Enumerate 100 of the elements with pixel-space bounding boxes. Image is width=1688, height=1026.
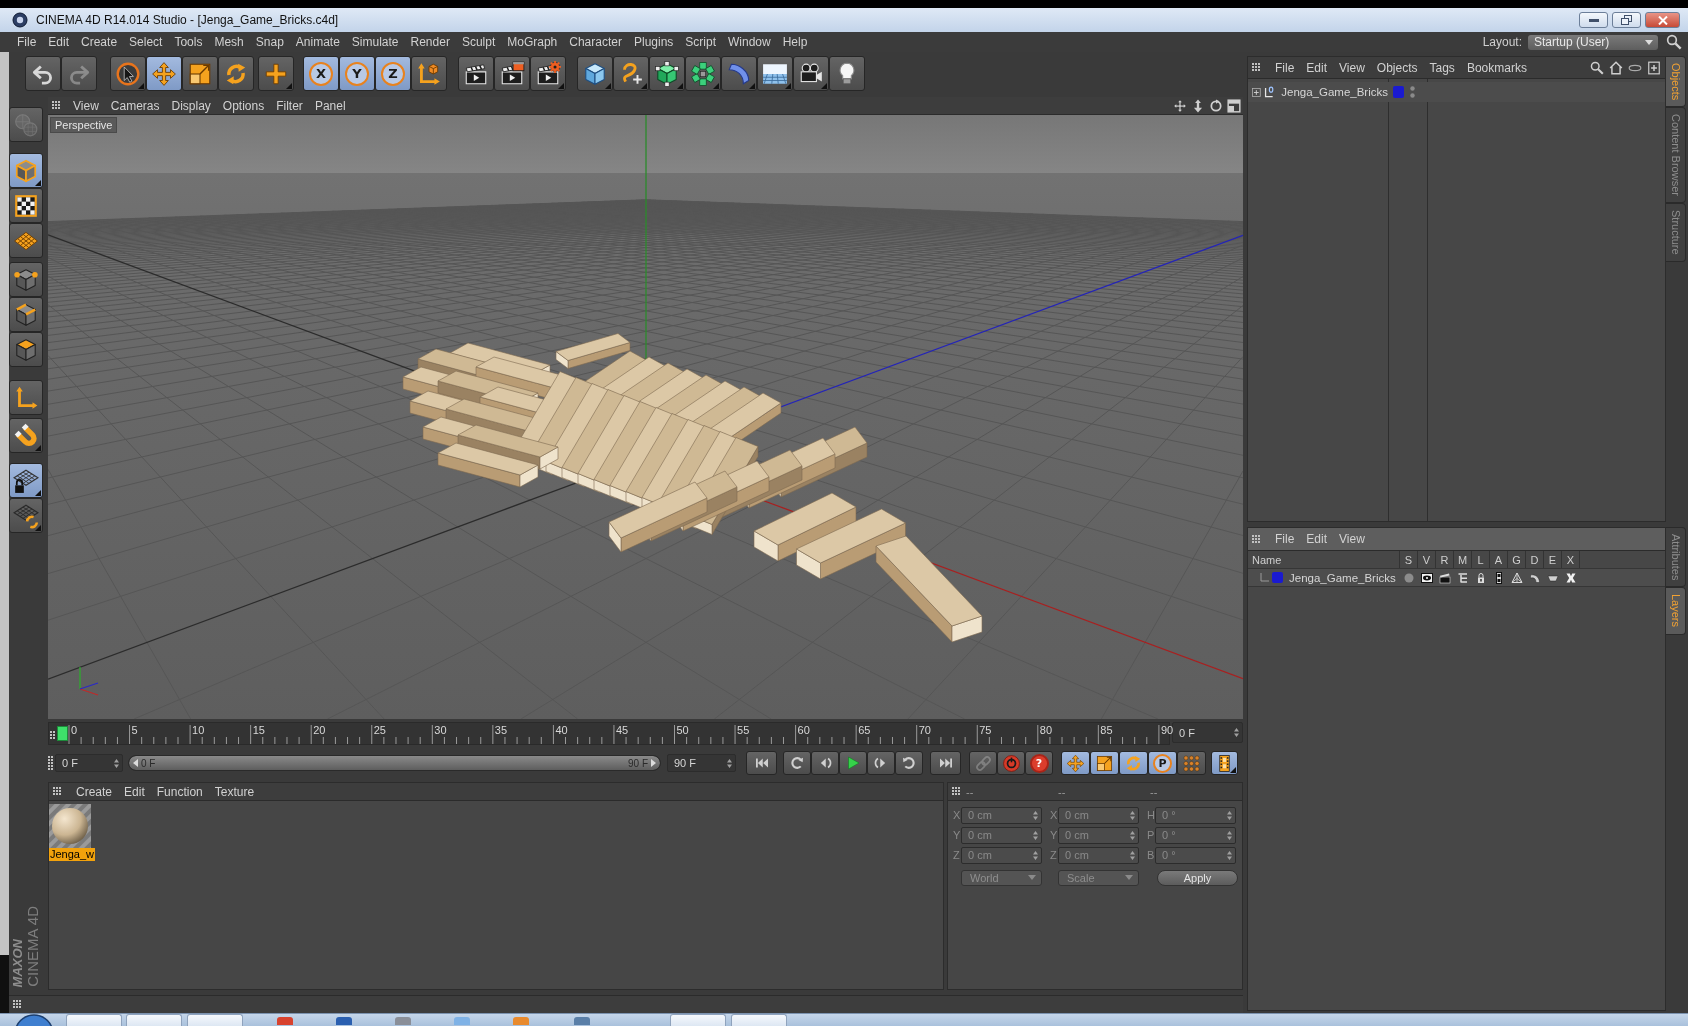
menu-item[interactable]: Sculpt [455,33,502,51]
menu-item[interactable]: Cameras [104,96,166,115]
camera-button[interactable] [793,56,829,91]
menu-item[interactable]: Edit [1300,530,1334,548]
menu-item[interactable]: Character [563,33,628,51]
menu-item[interactable]: Create [75,33,124,51]
layer-name[interactable]: Jenga_Game_Bricks [1289,571,1396,584]
previous-frame-button[interactable] [811,751,839,775]
select-tool-button[interactable] [110,56,146,91]
array-button[interactable] [685,56,721,91]
caret-right-icon[interactable] [651,759,656,767]
menu-item[interactable]: View [67,96,105,115]
workplane-lock-button[interactable] [9,463,43,498]
model-mode-button[interactable] [9,153,43,188]
spinner-icon[interactable] [1234,728,1239,737]
menu-item[interactable]: Options [216,96,271,115]
cross-icon[interactable] [1565,571,1577,584]
spinner-icon[interactable] [727,758,732,768]
key-selection-button[interactable]: ? [1025,751,1053,775]
plus-box-icon[interactable] [1647,60,1661,75]
next-key-button[interactable] [895,751,923,775]
menu-item[interactable]: Texture [208,782,261,801]
move-icon[interactable] [1173,98,1187,113]
restore-button[interactable] [1612,12,1641,28]
menu-item[interactable]: File [11,33,43,51]
close-button[interactable] [1645,12,1680,28]
caret-left-icon[interactable] [133,759,138,767]
deformer-button[interactable] [721,56,757,91]
menu-item[interactable]: Snap [249,33,290,51]
menu-item[interactable]: File [1269,530,1301,548]
menu-item[interactable]: Tools [168,33,209,51]
axis-mode-button[interactable] [9,380,43,415]
menu-item[interactable]: Create [70,782,119,801]
spinner-icon[interactable] [114,758,119,768]
menu-item[interactable]: Objects [1370,58,1424,77]
menu-item[interactable]: MoGraph [501,33,564,51]
grip-icon[interactable] [50,731,55,740]
menu-item[interactable]: Render [404,33,456,51]
clapperboard-icon[interactable] [1439,571,1451,584]
grip-icon[interactable] [13,1000,22,1009]
edges-mode-button[interactable] [9,297,43,332]
coordinate-system-button[interactable] [411,56,447,91]
go-to-end-button[interactable] [930,751,961,775]
end-frame-field[interactable]: 90 F [667,754,736,772]
timeline-button[interactable] [1211,751,1238,775]
grip-icon[interactable] [48,756,53,770]
render-settings-button[interactable] [530,56,566,91]
home-icon[interactable] [1609,60,1623,75]
menu-item[interactable]: File [1269,58,1301,77]
record-button[interactable] [997,751,1025,775]
menu-item[interactable]: View [1333,530,1371,548]
menu-item[interactable]: Edit [1300,58,1334,77]
workplane-mode-button[interactable] [9,223,43,258]
menu-item[interactable]: Edit [42,33,76,51]
layer-row[interactable]: Jenga_Game_Bricks [1248,569,1665,587]
light-button[interactable] [829,56,865,91]
axis-lock-button[interactable]: X [303,56,339,91]
grip-icon[interactable] [1252,534,1261,544]
menu-item[interactable]: Select [123,33,169,51]
workplane-align-button[interactable] [9,498,43,533]
menu-item[interactable]: Display [165,96,217,115]
layout-dropdown[interactable]: Startup (User) [1528,34,1658,50]
next-frame-button[interactable] [867,751,895,775]
grip-icon[interactable] [52,101,61,110]
pyramid-icon[interactable] [1511,571,1523,584]
tree-list-icon[interactable] [1457,571,1469,584]
window-icon[interactable] [1227,98,1241,113]
menu-item[interactable]: Panel [308,96,352,115]
object-name[interactable]: Jenga_Game_Bricks [1281,86,1388,98]
points-mode-button[interactable] [9,262,43,297]
go-to-start-button[interactable] [746,751,777,775]
dot-icon[interactable] [1403,571,1415,584]
eye-icon[interactable] [1421,571,1433,584]
menu-item[interactable]: Animate [289,33,346,51]
grip-icon[interactable] [1252,63,1261,72]
search-icon[interactable] [1666,34,1682,50]
scale-tool-button[interactable] [182,56,218,91]
start-frame-field[interactable]: 0 F [55,754,123,772]
menu-item[interactable]: Script [679,33,722,51]
subdivision-button[interactable] [649,56,685,91]
add-tool-button[interactable] [258,56,294,91]
floor-button[interactable] [757,56,793,91]
expand-icon[interactable] [1252,86,1261,98]
snap-button[interactable] [9,418,43,453]
current-frame-field[interactable]: 0 F [1172,722,1243,743]
menu-item[interactable]: Tags [1423,58,1461,77]
polygons-mode-button[interactable] [9,332,43,367]
previous-key-button[interactable] [783,751,811,775]
grip-icon[interactable] [53,787,62,796]
move-tool-button[interactable] [146,56,182,91]
undo-button[interactable] [25,56,61,91]
menu-item[interactable]: Bookmarks [1460,58,1533,77]
search-icon[interactable] [1590,60,1604,75]
cube-button[interactable] [577,56,613,91]
parameter-track-button[interactable]: P [1148,751,1177,775]
render-view-button[interactable] [458,56,494,91]
play-button[interactable] [839,751,867,775]
menu-item[interactable]: Window [722,33,777,51]
bent-shape-icon[interactable] [1529,571,1541,584]
render-picture-button[interactable] [494,56,530,91]
